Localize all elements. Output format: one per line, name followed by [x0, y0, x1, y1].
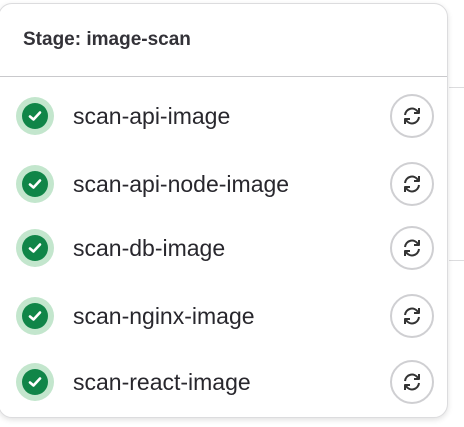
job-name[interactable]: scan-db-image — [73, 235, 225, 262]
background-divider — [449, 87, 464, 88]
background-divider — [449, 260, 464, 261]
retry-button[interactable] — [390, 162, 434, 206]
retry-button[interactable] — [390, 226, 434, 270]
job-item[interactable]: scan-db-image — [0, 218, 447, 278]
job-item[interactable]: scan-api-image — [0, 86, 447, 146]
retry-icon — [404, 107, 420, 125]
status-success-icon — [16, 363, 54, 401]
job-item[interactable]: scan-react-image — [0, 352, 447, 412]
status-success-icon — [16, 297, 54, 335]
retry-icon — [404, 239, 420, 257]
stage-title: Stage: image-scan — [0, 4, 447, 77]
job-name[interactable]: scan-api-image — [73, 103, 230, 130]
retry-button[interactable] — [390, 360, 434, 404]
retry-icon — [404, 307, 420, 325]
retry-icon — [404, 373, 420, 391]
job-name[interactable]: scan-nginx-image — [73, 303, 255, 330]
job-item[interactable]: scan-api-node-image — [0, 154, 447, 214]
job-item[interactable]: scan-nginx-image — [0, 286, 447, 346]
stage-dropdown: Stage: image-scan scan-api-image scan-ap… — [0, 3, 448, 418]
retry-button[interactable] — [390, 94, 434, 138]
status-success-icon — [16, 165, 54, 203]
job-name[interactable]: scan-react-image — [73, 369, 251, 396]
retry-button[interactable] — [390, 294, 434, 338]
retry-icon — [404, 175, 420, 193]
status-success-icon — [16, 97, 54, 135]
status-success-icon — [16, 229, 54, 267]
job-name[interactable]: scan-api-node-image — [73, 171, 289, 198]
